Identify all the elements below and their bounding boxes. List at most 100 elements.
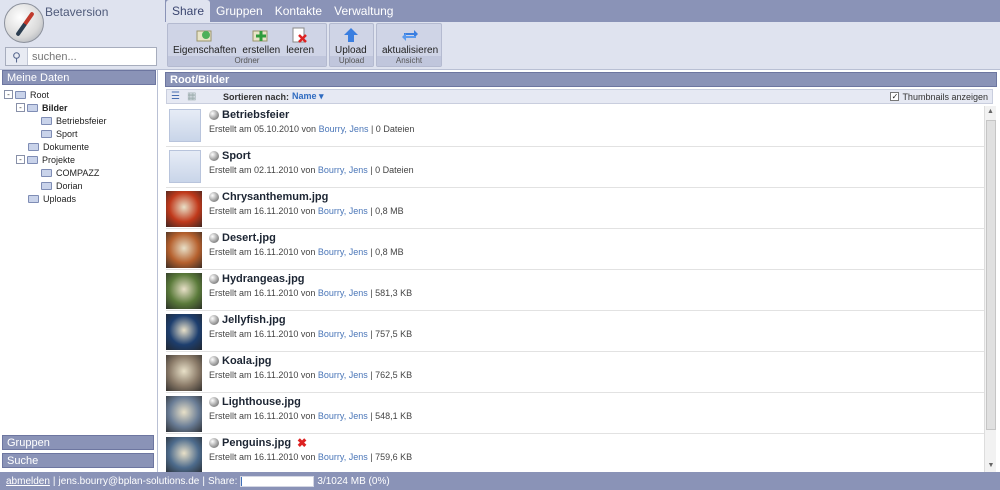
image-thumbnail[interactable] bbox=[166, 396, 202, 432]
collapse-toggle-icon[interactable]: - bbox=[4, 90, 13, 99]
tab-share[interactable]: Share bbox=[166, 0, 211, 22]
file-name[interactable]: Koala.jpg bbox=[222, 355, 272, 367]
delete-icon[interactable]: ✖ bbox=[297, 436, 307, 450]
file-row[interactable]: Sport Erstellt am 02.11.2010 von Bourry, … bbox=[166, 147, 986, 188]
folder-tree: - Root - Bilder Betriebsfeier Sport Doku… bbox=[0, 85, 157, 205]
file-size: | 759,6 KB bbox=[370, 452, 413, 462]
folder-icon bbox=[27, 155, 38, 164]
tree-node-uploads[interactable]: Uploads bbox=[4, 192, 157, 205]
file-name[interactable]: Lighthouse.jpg bbox=[222, 396, 301, 408]
thumbnails-toggle[interactable]: ✓ Thumbnails anzeigen bbox=[890, 92, 988, 102]
share-status-icon bbox=[209, 192, 219, 202]
tree-node-root[interactable]: - Root bbox=[4, 88, 157, 101]
created-info: Erstellt am 16.11.2010 von bbox=[209, 452, 316, 462]
share-status-icon bbox=[209, 356, 219, 366]
ribbon-group-upload: Upload Upload bbox=[329, 23, 374, 67]
created-info: Erstellt am 16.11.2010 von bbox=[209, 206, 316, 216]
folder-thumbnail-icon[interactable] bbox=[169, 150, 201, 183]
tree-node-projekte[interactable]: - Projekte bbox=[4, 153, 157, 166]
created-info: Erstellt am 05.10.2010 von bbox=[209, 124, 317, 134]
image-thumbnail[interactable] bbox=[166, 355, 202, 391]
app-title: Betaversion bbox=[45, 5, 109, 19]
file-name[interactable]: Sport bbox=[222, 150, 251, 162]
author-link[interactable]: Bourry, Jens bbox=[318, 288, 368, 298]
ribbon-group-label: Ordner bbox=[168, 56, 326, 66]
folder-thumbnail-icon[interactable] bbox=[169, 109, 201, 142]
list-view-icon[interactable]: ☰ bbox=[171, 91, 183, 102]
image-thumbnail[interactable] bbox=[166, 437, 202, 472]
file-row[interactable]: Chrysanthemum.jpg Erstellt am 16.11.2010 … bbox=[166, 188, 986, 229]
groups-panel-header[interactable]: Gruppen bbox=[2, 435, 154, 450]
author-link[interactable]: Bourry, Jens bbox=[318, 452, 368, 462]
file-name[interactable]: Desert.jpg bbox=[222, 232, 276, 244]
search-input[interactable] bbox=[28, 48, 156, 65]
file-size: | 0 Dateien bbox=[370, 124, 415, 134]
tab-kontakte[interactable]: Kontakte bbox=[269, 0, 328, 22]
share-status-icon bbox=[209, 110, 219, 120]
file-row[interactable]: Jellyfish.jpg Erstellt am 16.11.2010 von … bbox=[166, 311, 986, 352]
file-row[interactable]: Penguins.jpg ✖ Erstellt am 16.11.2010 von … bbox=[166, 434, 986, 472]
folder-icon bbox=[15, 90, 26, 99]
folder-icon bbox=[41, 168, 52, 177]
file-name[interactable]: Penguins.jpg bbox=[222, 437, 291, 449]
folder-icon bbox=[41, 116, 52, 125]
image-thumbnail[interactable] bbox=[166, 191, 202, 227]
file-row[interactable]: Koala.jpg Erstellt am 16.11.2010 von Bour… bbox=[166, 352, 986, 393]
tree-node-compazz[interactable]: COMPAZZ bbox=[4, 166, 157, 179]
share-status-icon bbox=[209, 274, 219, 284]
search-icon[interactable]: ⚲ bbox=[6, 48, 28, 65]
path-breadcrumb: Root/Bilder bbox=[165, 72, 997, 87]
tree-node-sport[interactable]: Sport bbox=[4, 127, 157, 140]
tab-verwaltung[interactable]: Verwaltung bbox=[328, 0, 399, 22]
image-thumbnail[interactable] bbox=[166, 314, 202, 350]
separator: | bbox=[52, 475, 56, 487]
thumbnails-checkbox[interactable]: ✓ bbox=[890, 92, 900, 101]
file-name[interactable]: Betriebsfeier bbox=[222, 109, 289, 121]
collapse-toggle-icon[interactable]: - bbox=[16, 155, 25, 164]
my-data-header[interactable]: Meine Daten bbox=[2, 70, 156, 85]
author-link[interactable]: Bourry, Jens bbox=[318, 329, 368, 339]
created-info: Erstellt am 16.11.2010 von bbox=[209, 247, 316, 257]
collapse-toggle-icon[interactable]: - bbox=[16, 103, 25, 112]
scroll-down-icon[interactable]: ▼ bbox=[985, 460, 997, 472]
file-name[interactable]: Hydrangeas.jpg bbox=[222, 273, 305, 285]
refresh-icon bbox=[400, 26, 420, 44]
file-row[interactable]: Lighthouse.jpg Erstellt am 16.11.2010 von… bbox=[166, 393, 986, 434]
vertical-scrollbar[interactable]: ▲ ▼ bbox=[984, 106, 996, 472]
author-link[interactable]: Bourry, Jens bbox=[318, 165, 368, 175]
tree-node-dokumente[interactable]: Dokumente bbox=[4, 140, 157, 153]
share-label: Share: bbox=[207, 475, 238, 487]
author-link[interactable]: Bourry, Jens bbox=[319, 124, 369, 134]
tree-node-betriebsfeier[interactable]: Betriebsfeier bbox=[4, 114, 157, 127]
author-link[interactable]: Bourry, Jens bbox=[318, 206, 368, 216]
storage-progress-bar bbox=[240, 475, 315, 487]
logout-link[interactable]: abmelden bbox=[6, 476, 50, 487]
scroll-thumb[interactable] bbox=[986, 120, 996, 430]
file-row[interactable]: Hydrangeas.jpg Erstellt am 16.11.2010 von… bbox=[166, 270, 986, 311]
file-size: | 757,5 KB bbox=[370, 329, 413, 339]
file-row[interactable]: Betriebsfeier Erstellt am 05.10.2010 von … bbox=[166, 106, 986, 147]
image-thumbnail[interactable] bbox=[166, 232, 202, 268]
folder-add-icon bbox=[251, 26, 271, 44]
search-panel-header[interactable]: Suche bbox=[2, 453, 154, 468]
sort-dropdown[interactable]: Name ▾ bbox=[292, 91, 324, 102]
tab-gruppen[interactable]: Gruppen bbox=[210, 0, 269, 22]
search-box[interactable]: ⚲ bbox=[5, 47, 157, 66]
file-size: | 762,5 KB bbox=[370, 370, 413, 380]
storage-progress-fill bbox=[241, 476, 243, 486]
image-thumbnail[interactable] bbox=[166, 273, 202, 309]
file-meta: Erstellt am 16.11.2010 von Bourry, Jens … bbox=[209, 411, 412, 421]
thumbnails-label: Thumbnails anzeigen bbox=[902, 91, 988, 102]
scroll-up-icon[interactable]: ▲ bbox=[985, 106, 996, 118]
folder-properties-icon bbox=[195, 26, 215, 44]
author-link[interactable]: Bourry, Jens bbox=[318, 247, 368, 257]
author-link[interactable]: Bourry, Jens bbox=[318, 411, 368, 421]
file-name[interactable]: Chrysanthemum.jpg bbox=[222, 191, 328, 203]
tree-node-dorian[interactable]: Dorian bbox=[4, 179, 157, 192]
file-name[interactable]: Jellyfish.jpg bbox=[222, 314, 286, 326]
tree-node-bilder[interactable]: - Bilder bbox=[4, 101, 157, 114]
folder-icon bbox=[41, 129, 52, 138]
author-link[interactable]: Bourry, Jens bbox=[318, 370, 368, 380]
grid-view-icon[interactable]: ▦ bbox=[187, 91, 199, 102]
file-row[interactable]: Desert.jpg Erstellt am 16.11.2010 von Bou… bbox=[166, 229, 986, 270]
